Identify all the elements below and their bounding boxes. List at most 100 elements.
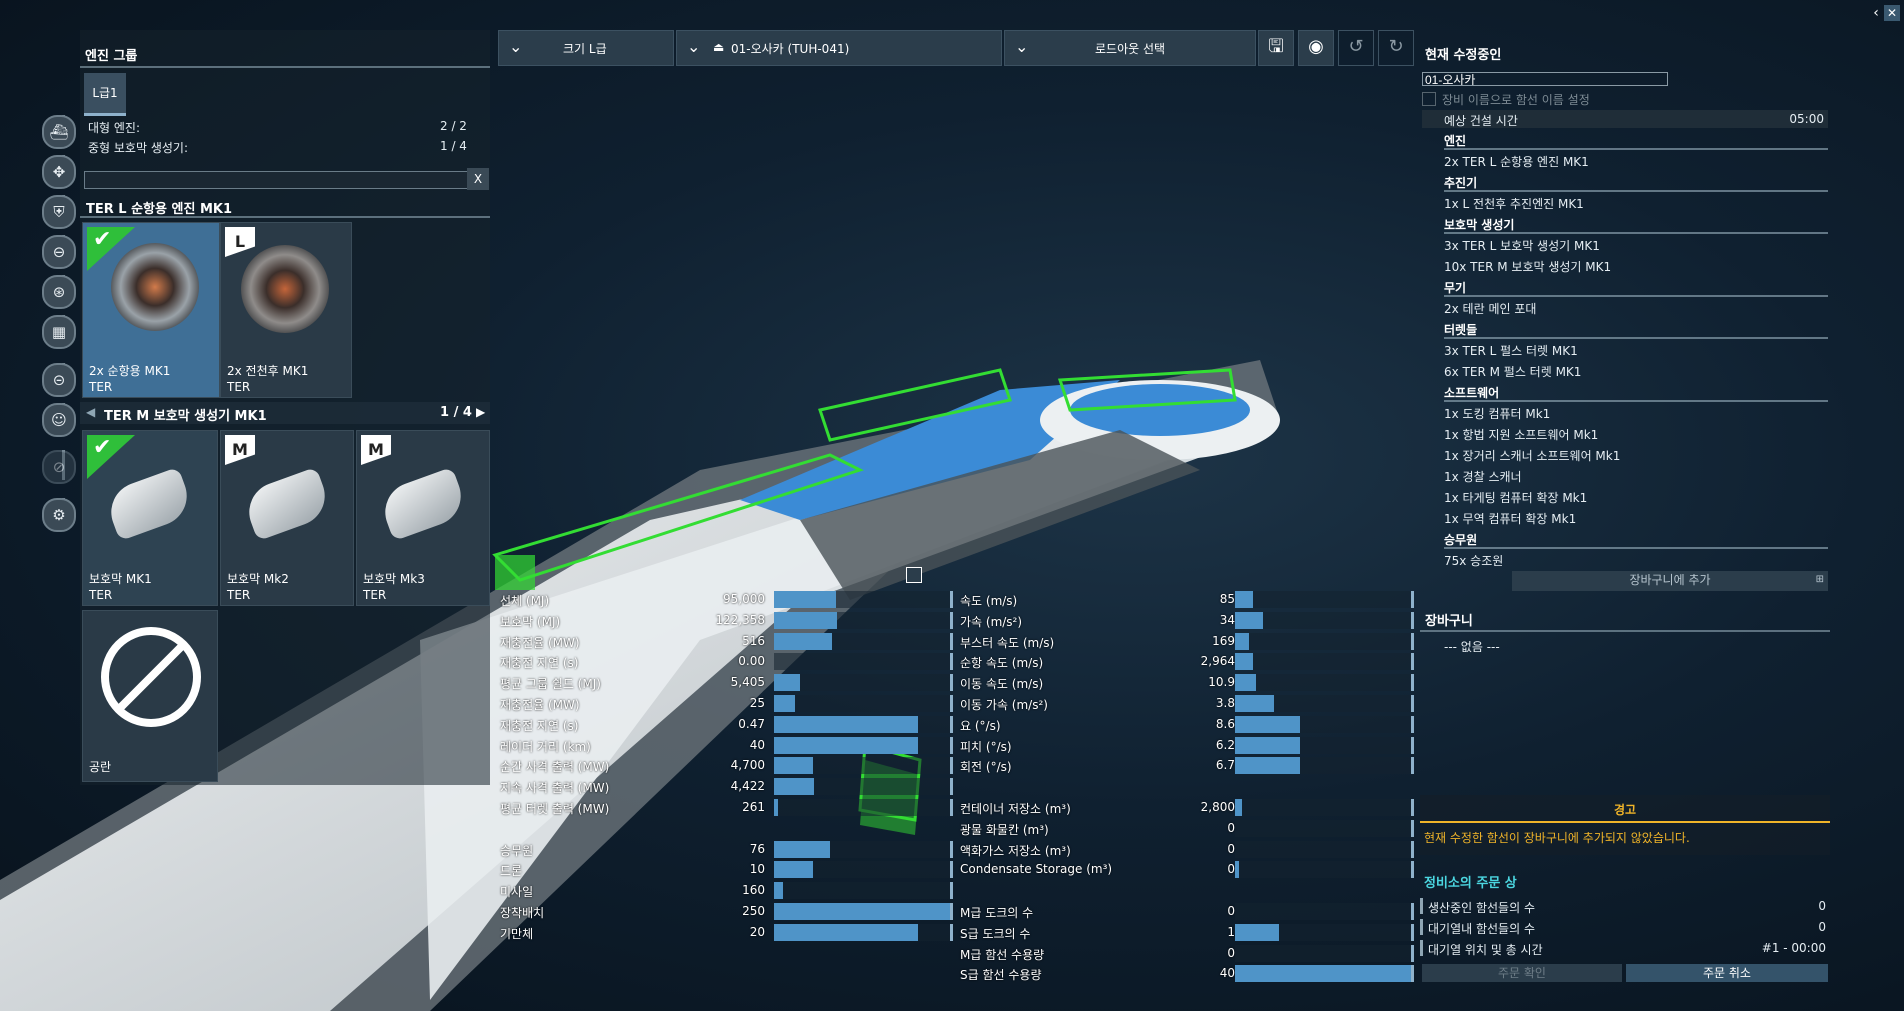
- stat-row: [960, 777, 1420, 796]
- stat-bar-end: [1411, 861, 1414, 879]
- stat-label: 광물 화물칸 (m³): [960, 822, 1049, 837]
- stat-label: 컨테이너 저장소 (m³): [960, 802, 1071, 816]
- engine-card-allround[interactable]: L 2x 전천후 MK1 TER: [220, 222, 352, 398]
- stat-row: 승무원 76: [500, 840, 960, 859]
- consumable-icon[interactable]: ⊝: [42, 363, 76, 397]
- stat-bar-end: [950, 591, 953, 608]
- stat-row: M급 도크의 수 0: [960, 902, 1420, 921]
- stat-row: 이동 속도 (m/s) 10.9: [960, 673, 1420, 692]
- search-input[interactable]: [84, 171, 470, 189]
- movement-icon[interactable]: ✥: [42, 155, 76, 189]
- summary-item: 1x 도킹 컴퓨터 Mk1: [1444, 407, 1551, 421]
- weapon-icon[interactable]: ⊖: [42, 235, 76, 269]
- stat-value: 122,358: [715, 612, 765, 627]
- divider: [1444, 295, 1828, 297]
- stat-row: 컨테이너 저장소 (m³) 2,800: [960, 798, 1420, 817]
- shield-icon[interactable]: ⛨: [42, 195, 76, 229]
- ship-name-input[interactable]: [1422, 72, 1668, 86]
- view-button[interactable]: ◉: [1298, 30, 1334, 66]
- warning-divider: [1420, 821, 1830, 823]
- next-page-icon[interactable]: ▶: [476, 405, 485, 419]
- stat-value: 0.47: [738, 716, 765, 731]
- ship-dropdown[interactable]: ⌄ ⏏ 01-오사카 (TUH-041): [676, 30, 1002, 66]
- stat-bar-end: [950, 695, 953, 712]
- shield-image: [240, 466, 334, 542]
- loadout-dropdown[interactable]: ⌄ 로드아웃 선택: [1004, 30, 1256, 66]
- add-icon: ⊞: [1815, 574, 1824, 585]
- stat-bar: [774, 923, 919, 941]
- selected-check-icon: ✔: [87, 435, 135, 479]
- confirm-order-button[interactable]: 주문 확인: [1422, 964, 1622, 982]
- turret-icon[interactable]: ⊛: [42, 275, 76, 309]
- order-status-label: 대기열내 함선들의 수: [1428, 922, 1535, 936]
- stat-value: 40: [1219, 966, 1235, 981]
- stat-value: 0: [1227, 945, 1235, 960]
- shield-card-mk3[interactable]: M 보호막 Mk3 TER: [356, 430, 490, 606]
- engine-card-cruise[interactable]: ✔ 2x 순항용 MK1 TER: [82, 222, 220, 398]
- stat-value: 4,422: [730, 779, 765, 794]
- summary-item: 2x 테란 메인 포대: [1444, 302, 1537, 316]
- stat-bar-end: [950, 611, 953, 629]
- stat-label: 재충전 지연 (s): [500, 656, 579, 671]
- stat-label: 드론: [500, 864, 523, 879]
- ship-class-icon[interactable]: ⛴: [42, 115, 76, 149]
- stat-label: 미사일: [500, 885, 534, 900]
- shield-card-mk2[interactable]: M 보호막 Mk2 TER: [220, 430, 354, 606]
- order-status-value: 0: [1818, 920, 1826, 934]
- stat-row: 레이더 거리 (km) 40: [500, 736, 960, 755]
- stat-value: 2,964: [1200, 654, 1235, 669]
- slot-shield-label: 중형 보호막 생성기:: [88, 141, 188, 155]
- stat-bar: [774, 715, 919, 733]
- collapse-button[interactable]: ‹: [1868, 5, 1884, 21]
- crew-icon[interactable]: ☺: [42, 403, 76, 437]
- undo-icon: ↺: [1348, 36, 1364, 57]
- save-button[interactable]: 🖫: [1258, 30, 1294, 66]
- prev-page-icon[interactable]: ◀: [86, 405, 95, 419]
- tab-l1[interactable]: L급1: [84, 73, 126, 116]
- stat-bar-end: [950, 632, 953, 650]
- close-button[interactable]: ✕: [1884, 5, 1900, 21]
- disabled-icon[interactable]: ⊘: [42, 450, 76, 484]
- cancel-order-button[interactable]: 주문 취소: [1626, 964, 1828, 982]
- shield-group-title: TER M 보호막 생성기 MK1: [104, 409, 267, 424]
- settings-icon[interactable]: ⚙: [42, 498, 76, 532]
- cart-title: 장바구니: [1425, 614, 1473, 629]
- item-name: 보호막 MK1: [89, 572, 152, 586]
- empty-slot-card[interactable]: 공란: [82, 610, 218, 782]
- stat-bar: [774, 778, 815, 796]
- divider: [80, 66, 490, 68]
- search-clear-button[interactable]: X: [467, 168, 489, 190]
- stat-bar: [1235, 674, 1257, 692]
- stat-bar-end: [950, 923, 953, 941]
- stat-bar-end: [950, 715, 953, 733]
- item-name: 공란: [89, 760, 112, 774]
- stat-value: 5,405: [730, 675, 765, 690]
- add-to-cart-button[interactable]: 장바구니에 추가 ⊞: [1512, 571, 1828, 591]
- stat-bar: [1235, 611, 1264, 629]
- stat-bar: [1235, 799, 1243, 816]
- summary-item: 3x TER L 펄스 터렛 MK1: [1444, 344, 1578, 358]
- hardpoint-marker[interactable]: [906, 567, 922, 583]
- divider: [1444, 547, 1828, 549]
- stat-row: 지속 사격 출력 (MW) 4,422: [500, 777, 960, 796]
- divider: [1444, 148, 1828, 150]
- undo-button[interactable]: ↺: [1338, 30, 1374, 66]
- stat-bar: [1235, 757, 1301, 775]
- equipment-icon[interactable]: ▦: [42, 315, 76, 349]
- stat-value: 10.9: [1208, 675, 1235, 690]
- stat-value: 2,800: [1200, 800, 1235, 814]
- item-maker: TER: [363, 588, 387, 602]
- order-status-label: 생산중인 함선들의 수: [1428, 901, 1535, 915]
- divider: [1444, 337, 1828, 339]
- stat-value: 261: [742, 800, 765, 814]
- stat-bar: [1235, 965, 1411, 983]
- stat-bar-end: [1411, 799, 1414, 816]
- name-by-equipment-checkbox[interactable]: [1422, 92, 1436, 106]
- stat-bar-track: [774, 695, 950, 712]
- stat-row: Condensate Storage (m³) 0: [960, 860, 1420, 879]
- size-dropdown[interactable]: ⌄ 크기 L급: [498, 30, 674, 66]
- stat-bar-end: [1411, 965, 1414, 983]
- summary-item: 1x 무역 컴퓨터 확장 Mk1: [1444, 512, 1577, 526]
- shield-card-mk1[interactable]: ✔ 보호막 MK1 TER: [82, 430, 218, 606]
- redo-button[interactable]: ↻: [1378, 30, 1414, 66]
